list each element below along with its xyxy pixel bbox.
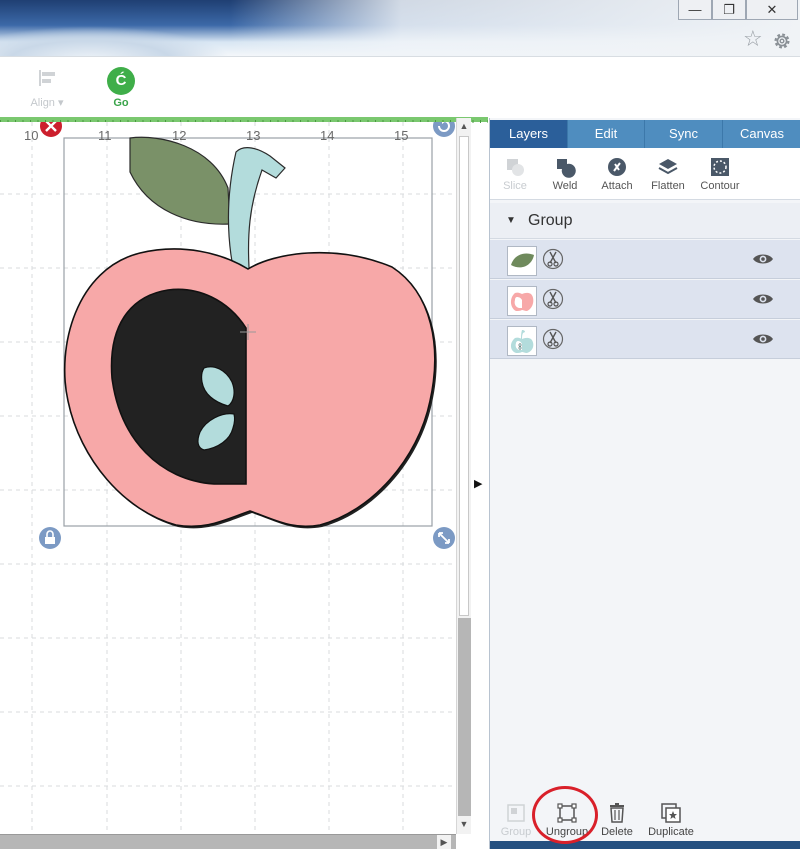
close-button[interactable]: ✕ — [746, 0, 798, 20]
group-button[interactable]: Group — [496, 802, 536, 838]
star-icon[interactable]: ☆ — [743, 28, 765, 50]
panel-footer — [490, 841, 800, 849]
eye-icon[interactable] — [752, 331, 774, 347]
slice-icon — [507, 159, 524, 176]
layers-panel: Layers Edit Sync Canvas Slice Weld Attac… — [489, 118, 800, 849]
rotate-handle[interactable] — [433, 122, 455, 137]
group-icon — [507, 804, 525, 822]
apple-design[interactable] — [0, 122, 456, 834]
horizontal-scrollbar[interactable]: ▶ — [0, 834, 456, 849]
contour-icon — [711, 158, 729, 176]
restore-button[interactable]: ❐ — [712, 0, 746, 20]
resize-handle[interactable] — [433, 527, 455, 549]
flatten-button[interactable]: Flatten — [643, 156, 693, 192]
align-label: Align — [30, 97, 55, 109]
vertical-scrollbar[interactable]: ▲ ▼ — [456, 118, 471, 834]
lock-handle[interactable] — [39, 527, 61, 549]
layer-thumbnail — [507, 246, 537, 276]
layer-thumbnail — [507, 286, 537, 316]
layer-operations: Slice Weld Attach Flatten Contour — [490, 148, 800, 200]
group-label: Group — [528, 212, 573, 229]
scissors-icon[interactable] — [542, 248, 564, 270]
app-window: — ❐ ✕ ☆ Align ▾ Ć Go 10 11 12 13 14 15 ▲… — [0, 0, 800, 849]
scroll-up-icon[interactable]: ▲ — [457, 118, 471, 134]
scroll-right-icon[interactable]: ▶ — [437, 835, 451, 849]
panel-collapse-icon[interactable]: ▶ — [474, 477, 484, 491]
attach-button[interactable]: Attach — [592, 156, 642, 192]
layer-row[interactable] — [490, 280, 800, 319]
design-canvas[interactable]: 10 11 12 13 14 15 — [0, 122, 456, 834]
gear-icon[interactable] — [771, 30, 793, 52]
scroll-down-icon[interactable]: ▼ — [457, 816, 471, 832]
flatten-icon — [658, 159, 678, 175]
toolbar: Align ▾ Ć Go — [0, 56, 800, 118]
delete-handle[interactable] — [40, 122, 62, 137]
duplicate-button[interactable]: Duplicate — [642, 802, 700, 838]
layer-thumbnail — [507, 326, 537, 356]
group-header[interactable]: ▼ Group — [490, 203, 800, 239]
trash-icon — [610, 803, 624, 823]
delete-button[interactable]: Delete — [598, 802, 636, 838]
highlight-annotation — [532, 786, 598, 844]
align-button[interactable]: Align ▾ — [24, 67, 70, 109]
leaf-shape[interactable] — [129, 136, 231, 225]
scroll-thumb[interactable] — [459, 136, 469, 616]
title-bar: — ❐ ✕ ☆ — [0, 0, 800, 56]
go-button[interactable]: Ć Go — [104, 67, 138, 109]
layer-row[interactable] — [490, 240, 800, 279]
panel-tabs: Layers Edit Sync Canvas — [490, 120, 800, 148]
tab-edit[interactable]: Edit — [568, 120, 645, 148]
align-icon — [39, 70, 55, 86]
scissors-icon[interactable] — [542, 288, 564, 310]
contour-button[interactable]: Contour — [695, 156, 745, 192]
duplicate-icon — [661, 803, 681, 823]
tab-canvas[interactable]: Canvas — [723, 120, 800, 148]
tab-sync[interactable]: Sync — [645, 120, 723, 148]
paperclip-icon — [608, 158, 626, 176]
minimize-button[interactable]: — — [678, 0, 712, 20]
go-label: Go — [113, 97, 129, 109]
slice-button[interactable]: Slice — [490, 156, 540, 192]
weld-button[interactable]: Weld — [540, 156, 590, 192]
layer-row[interactable] — [490, 320, 800, 359]
scissors-icon[interactable] — [542, 328, 564, 350]
background-image — [0, 0, 240, 56]
weld-icon — [557, 159, 576, 178]
window-controls: — ❐ ✕ — [678, 0, 798, 20]
tab-layers[interactable]: Layers — [490, 120, 568, 148]
eye-icon[interactable] — [752, 251, 774, 267]
eye-icon[interactable] — [752, 291, 774, 307]
go-icon: Ć — [107, 67, 135, 95]
caret-down-icon[interactable]: ▼ — [506, 215, 516, 226]
